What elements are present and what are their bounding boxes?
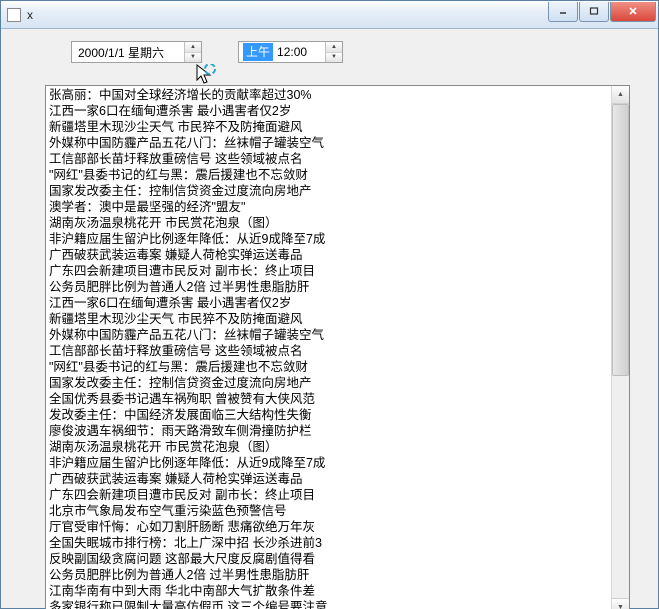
date-spinner-arrows: ▲ ▼ — [184, 42, 201, 62]
maximize-button[interactable] — [579, 2, 609, 22]
list-item[interactable]: 广西破获武装运毒案 嫌疑人荷枪实弹运送毒品 — [49, 471, 608, 487]
title-bar[interactable]: x — [1, 1, 658, 29]
list-item[interactable]: 非沪籍应届生留沪比例逐年降低：从近9成降至7成 — [49, 455, 608, 471]
list-item[interactable]: 国家发改委主任：控制信贷资金过度流向房地产 — [49, 375, 608, 391]
list-item[interactable]: 张高丽：中国对全球经济增长的贡献率超过30% — [49, 87, 608, 103]
list-content: 张高丽：中国对全球经济增长的贡献率超过30%江西一家6口在缅甸遭杀害 最小遇害者… — [46, 86, 611, 609]
list-item[interactable]: 发改委主任：中国经济发展面临三大结构性失衡 — [49, 407, 608, 423]
time-ampm[interactable]: 上午 — [243, 43, 273, 61]
list-item[interactable]: 反映副国级贪腐问题 这部最大尺度反腐剧值得看 — [49, 551, 608, 567]
list-item[interactable]: "网红"县委书记的红与黑：震后援建也不忘敛财 — [49, 167, 608, 183]
list-item[interactable]: 江南华南有中到大雨 华北中南部大气扩散条件差 — [49, 583, 608, 599]
app-window: x ▲ ▼ 上午 — [0, 0, 659, 609]
scrollbar-down-button[interactable]: ▼ — [612, 598, 629, 609]
list-item[interactable]: 江西一家6口在缅甸遭杀害 最小遇害者仅2岁 — [49, 103, 608, 119]
close-button[interactable] — [610, 2, 656, 22]
time-spinner-down[interactable]: ▼ — [326, 53, 342, 63]
client-area: ▲ ▼ 上午 12:00 ▲ ▼ — [1, 29, 658, 608]
date-spinner-down[interactable]: ▼ — [185, 53, 201, 63]
headlines-listbox[interactable]: 张高丽：中国对全球经济增长的贡献率超过30%江西一家6口在缅甸遭杀害 最小遇害者… — [45, 85, 630, 609]
list-item[interactable]: 工信部部长苗圩释放重磅信号 这些领域被点名 — [49, 151, 608, 167]
list-item[interactable]: 国家发改委主任：控制信贷资金过度流向房地产 — [49, 183, 608, 199]
datetime-row: ▲ ▼ 上午 12:00 ▲ ▼ — [71, 41, 648, 63]
date-spinner-up[interactable]: ▲ — [185, 42, 201, 53]
scrollbar-track[interactable] — [612, 104, 629, 598]
list-item[interactable]: 新疆塔里木现沙尘天气 市民猝不及防掩面避风 — [49, 119, 608, 135]
minimize-button[interactable] — [548, 2, 578, 22]
list-item[interactable]: 新疆塔里木现沙尘天气 市民猝不及防掩面避风 — [49, 311, 608, 327]
list-item[interactable]: 廖俊波遇车祸细节：雨天路滑致车侧滑撞防护栏 — [49, 423, 608, 439]
list-item[interactable]: 外媒称中国防霾产品五花八门：丝袜帽子罐装空气 — [49, 327, 608, 343]
list-item[interactable]: 江西一家6口在缅甸遭杀害 最小遇害者仅2岁 — [49, 295, 608, 311]
list-item[interactable]: 外媒称中国防霾产品五花八门：丝袜帽子罐装空气 — [49, 135, 608, 151]
list-item[interactable]: 广西破获武装运毒案 嫌疑人荷枪实弹运送毒品 — [49, 247, 608, 263]
time-spinner[interactable]: 上午 12:00 ▲ ▼ — [238, 41, 343, 63]
list-item[interactable]: 湖南灰汤温泉桃花开 市民赏花泡泉（图） — [49, 439, 608, 455]
vertical-scrollbar[interactable]: ▲ ▼ — [611, 86, 629, 609]
list-item[interactable]: 澳学者：澳中是最坚强的经济"盟友" — [49, 199, 608, 215]
list-item[interactable]: 全国优秀县委书记遇车祸殉职 曾被赞有大侠风范 — [49, 391, 608, 407]
time-value[interactable]: 12:00 — [273, 45, 307, 59]
date-input[interactable] — [72, 42, 184, 62]
list-item[interactable]: 北京市气象局发布空气重污染蓝色预警信号 — [49, 503, 608, 519]
app-icon — [7, 8, 21, 22]
date-spinner[interactable]: ▲ ▼ — [71, 41, 202, 63]
list-item[interactable]: 公务员肥胖比例为普通人2倍 过半男性患脂肪肝 — [49, 567, 608, 583]
list-item[interactable]: "网红"县委书记的红与黑：震后援建也不忘敛财 — [49, 359, 608, 375]
scrollbar-thumb[interactable] — [612, 104, 629, 376]
window-title: x — [27, 8, 547, 22]
list-item[interactable]: 公务员肥胖比例为普通人2倍 过半男性患脂肪肝 — [49, 279, 608, 295]
list-item[interactable]: 全国失眠城市排行榜：北上广深中招 长沙杀进前3 — [49, 535, 608, 551]
window-controls — [547, 2, 656, 22]
time-spinner-up[interactable]: ▲ — [326, 42, 342, 53]
list-item[interactable]: 非沪籍应届生留沪比例逐年降低：从近9成降至7成 — [49, 231, 608, 247]
list-item[interactable]: 工信部部长苗圩释放重磅信号 这些领域被点名 — [49, 343, 608, 359]
scrollbar-up-button[interactable]: ▲ — [612, 86, 629, 104]
list-item[interactable]: 厅官受审忏悔：心如刀割肝肠断 悲痛欲绝万年灰 — [49, 519, 608, 535]
list-item[interactable]: 湖南灰汤温泉桃花开 市民赏花泡泉（图） — [49, 215, 608, 231]
list-item[interactable]: 多家银行称已限制大量高仿假币 这三个编号要注意 — [49, 599, 608, 609]
time-spinner-arrows: ▲ ▼ — [325, 42, 342, 62]
list-item[interactable]: 广东四会新建项目遭市民反对 副市长：终止项目 — [49, 487, 608, 503]
list-item[interactable]: 广东四会新建项目遭市民反对 副市长：终止项目 — [49, 263, 608, 279]
